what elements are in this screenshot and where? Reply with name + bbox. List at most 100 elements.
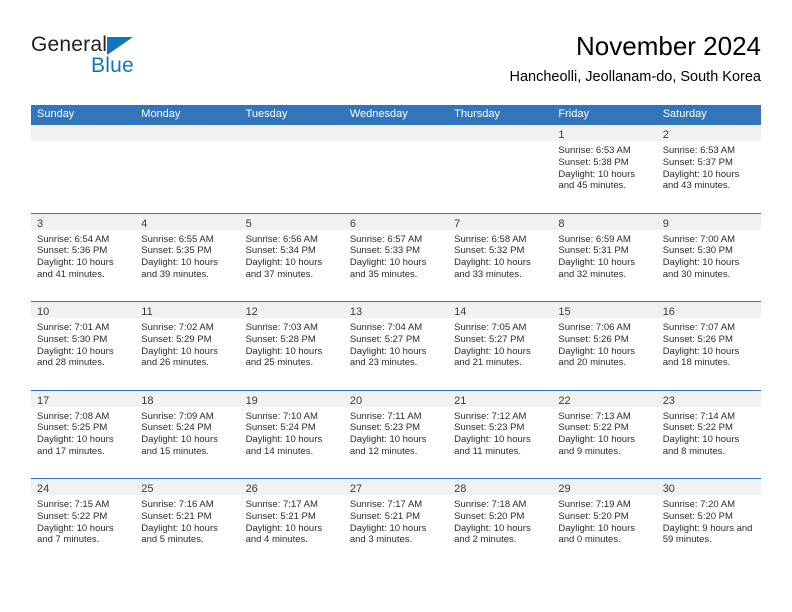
day-cell[interactable]: 23 Sunrise: 7:14 AM Sunset: 5:22 PM Dayl… bbox=[656, 390, 761, 479]
day-number: 4 bbox=[141, 217, 148, 230]
day-cell[interactable]: 10 Sunrise: 7:01 AM Sunset: 5:30 PM Dayl… bbox=[31, 302, 136, 390]
week-row: 10 Sunrise: 7:01 AM Sunset: 5:30 PM Dayl… bbox=[31, 301, 761, 390]
day-number-band: 23 bbox=[656, 390, 761, 408]
day-cell[interactable]: 17 Sunrise: 7:08 AM Sunset: 5:25 PM Dayl… bbox=[31, 390, 136, 479]
sunset-text: Sunset: 5:35 PM bbox=[141, 245, 212, 257]
day-info: Sunrise: 7:03 AM Sunset: 5:28 PM Dayligh… bbox=[240, 319, 344, 369]
day-cell[interactable]: 14 Sunrise: 7:05 AM Sunset: 5:27 PM Dayl… bbox=[448, 302, 553, 390]
sunrise-text: Sunrise: 7:20 AM bbox=[662, 499, 736, 510]
weekday-header-monday: Monday bbox=[141, 108, 181, 120]
daylight-text: Daylight: 10 hours and 25 minutes. bbox=[245, 345, 323, 369]
day-number: 2 bbox=[662, 129, 669, 141]
day-cell[interactable] bbox=[239, 125, 344, 213]
day-number bbox=[344, 129, 350, 141]
day-number-band: 3 bbox=[31, 213, 136, 231]
day-cell[interactable]: 12 Sunrise: 7:03 AM Sunset: 5:28 PM Dayl… bbox=[239, 302, 344, 390]
day-cell[interactable] bbox=[343, 125, 449, 213]
day-info: Sunrise: 7:17 AM Sunset: 5:21 PM Dayligh… bbox=[344, 496, 448, 546]
day-number-band: 20 bbox=[343, 390, 449, 408]
week-row: 1 Sunrise: 6:53 AM Sunset: 5:38 PM Dayli… bbox=[31, 124, 761, 213]
day-info: Sunrise: 7:13 AM Sunset: 5:22 PM Dayligh… bbox=[552, 408, 656, 458]
day-number-band: 2 bbox=[656, 125, 761, 142]
day-cell[interactable]: 28 Sunrise: 7:18 AM Sunset: 5:20 PM Dayl… bbox=[448, 479, 553, 567]
daylight-text: Daylight: 10 hours and 18 minutes. bbox=[662, 345, 740, 369]
day-cell[interactable]: 21 Sunrise: 7:12 AM Sunset: 5:23 PM Dayl… bbox=[448, 390, 553, 479]
sunset-text: Sunset: 5:27 PM bbox=[454, 333, 525, 345]
day-cell[interactable]: 6 Sunrise: 6:57 AM Sunset: 5:33 PM Dayli… bbox=[343, 213, 449, 302]
day-number-band: 28 bbox=[448, 479, 553, 496]
sunrise-text: Sunrise: 7:10 AM bbox=[245, 410, 318, 422]
day-cell[interactable]: 3 Sunrise: 6:54 AM Sunset: 5:36 PM Dayli… bbox=[31, 213, 136, 302]
day-number-band: 8 bbox=[552, 213, 657, 231]
day-cell[interactable] bbox=[448, 125, 553, 213]
day-info: Sunrise: 7:12 AM Sunset: 5:23 PM Dayligh… bbox=[448, 408, 552, 458]
day-number-band: 26 bbox=[239, 479, 344, 496]
weekday-header-friday: Friday bbox=[558, 108, 589, 120]
day-cell[interactable]: 5 Sunrise: 6:56 AM Sunset: 5:34 PM Dayli… bbox=[239, 213, 344, 302]
day-cell[interactable]: 13 Sunrise: 7:04 AM Sunset: 5:27 PM Dayl… bbox=[343, 302, 449, 390]
day-cell[interactable]: 24 Sunrise: 7:15 AM Sunset: 5:22 PM Dayl… bbox=[31, 479, 136, 567]
daylight-text: Daylight: 10 hours and 17 minutes. bbox=[37, 434, 114, 457]
day-number-band: 22 bbox=[552, 390, 657, 408]
day-number-band: 11 bbox=[135, 302, 240, 319]
day-info bbox=[240, 142, 344, 145]
day-number: 12 bbox=[245, 306, 258, 318]
day-info: Sunrise: 7:07 AM Sunset: 5:26 PM Dayligh… bbox=[657, 319, 761, 369]
day-info: Sunrise: 7:06 AM Sunset: 5:26 PM Dayligh… bbox=[552, 319, 656, 369]
day-cell[interactable] bbox=[135, 125, 240, 213]
day-cell[interactable]: 25 Sunrise: 7:16 AM Sunset: 5:21 PM Dayl… bbox=[135, 479, 240, 567]
generalblue-logo[interactable]: General Blue bbox=[31, 33, 231, 85]
day-cell[interactable]: 27 Sunrise: 7:17 AM Sunset: 5:21 PM Dayl… bbox=[343, 479, 449, 567]
day-info: Sunrise: 7:09 AM Sunset: 5:24 PM Dayligh… bbox=[135, 408, 239, 458]
day-cell[interactable]: 22 Sunrise: 7:13 AM Sunset: 5:22 PM Dayl… bbox=[552, 390, 657, 479]
day-info: Sunrise: 7:18 AM Sunset: 5:20 PM Dayligh… bbox=[448, 496, 552, 546]
day-cell[interactable]: 26 Sunrise: 7:17 AM Sunset: 5:21 PM Dayl… bbox=[239, 479, 344, 567]
day-number: 15 bbox=[558, 306, 571, 318]
day-number-band: 9 bbox=[656, 213, 761, 231]
day-cell[interactable]: 20 Sunrise: 7:11 AM Sunset: 5:23 PM Dayl… bbox=[343, 390, 449, 479]
day-cell[interactable]: 1 Sunrise: 6:53 AM Sunset: 5:38 PM Dayli… bbox=[552, 125, 657, 213]
page-subtitle: Hancheolli, Jeollanam-do, South Korea bbox=[509, 69, 761, 85]
sunrise-text: Sunrise: 6:57 AM bbox=[349, 233, 423, 245]
day-cell[interactable]: 16 Sunrise: 7:07 AM Sunset: 5:26 PM Dayl… bbox=[656, 302, 761, 390]
weekday-header-sunday: Sunday bbox=[37, 108, 75, 120]
day-info: Sunrise: 7:04 AM Sunset: 5:27 PM Dayligh… bbox=[344, 319, 448, 369]
sunrise-text: Sunrise: 7:14 AM bbox=[662, 410, 736, 422]
day-cell[interactable]: 4 Sunrise: 6:55 AM Sunset: 5:35 PM Dayli… bbox=[135, 213, 240, 302]
daylight-text: Daylight: 10 hours and 37 minutes. bbox=[245, 257, 323, 280]
day-number: 21 bbox=[454, 394, 467, 407]
sunrise-text: Sunrise: 7:02 AM bbox=[141, 322, 214, 333]
day-cell[interactable]: 8 Sunrise: 6:59 AM Sunset: 5:31 PM Dayli… bbox=[552, 213, 657, 302]
day-cell[interactable]: 19 Sunrise: 7:10 AM Sunset: 5:24 PM Dayl… bbox=[239, 390, 344, 479]
logo-text-blue: Blue bbox=[91, 54, 134, 77]
daylight-text: Daylight: 10 hours and 3 minutes. bbox=[349, 522, 427, 546]
day-number: 18 bbox=[141, 394, 154, 407]
sunset-text: Sunset: 5:30 PM bbox=[662, 245, 733, 257]
day-number-band: 30 bbox=[656, 479, 761, 496]
sunset-text: Sunset: 5:27 PM bbox=[349, 333, 421, 345]
sunrise-text: Sunrise: 7:17 AM bbox=[349, 499, 423, 510]
day-info bbox=[31, 142, 135, 145]
day-number-band bbox=[31, 125, 136, 142]
day-cell[interactable]: 9 Sunrise: 7:00 AM Sunset: 5:30 PM Dayli… bbox=[656, 213, 761, 302]
day-cell[interactable]: 7 Sunrise: 6:58 AM Sunset: 5:32 PM Dayli… bbox=[448, 213, 553, 302]
day-number: 16 bbox=[662, 306, 675, 318]
day-info: Sunrise: 7:05 AM Sunset: 5:27 PM Dayligh… bbox=[448, 319, 552, 369]
day-cell[interactable]: 11 Sunrise: 7:02 AM Sunset: 5:29 PM Dayl… bbox=[135, 302, 240, 390]
sunset-text: Sunset: 5:33 PM bbox=[349, 245, 421, 257]
sunset-text: Sunset: 5:21 PM bbox=[141, 510, 212, 522]
sunset-text: Sunset: 5:23 PM bbox=[349, 422, 421, 434]
day-number-band: 5 bbox=[239, 213, 344, 231]
day-cell[interactable] bbox=[31, 125, 136, 213]
day-cell[interactable]: 18 Sunrise: 7:09 AM Sunset: 5:24 PM Dayl… bbox=[135, 390, 240, 479]
day-number: 20 bbox=[349, 394, 363, 407]
day-number: 5 bbox=[245, 217, 252, 230]
day-cell[interactable]: 30 Sunrise: 7:20 AM Sunset: 5:20 PM Dayl… bbox=[656, 479, 761, 567]
day-cell[interactable]: 15 Sunrise: 7:06 AM Sunset: 5:26 PM Dayl… bbox=[552, 302, 657, 390]
day-number: 10 bbox=[37, 306, 50, 318]
daylight-text: Daylight: 10 hours and 0 minutes. bbox=[558, 522, 635, 546]
day-cell[interactable]: 2 Sunrise: 6:53 AM Sunset: 5:37 PM Dayli… bbox=[656, 125, 761, 213]
day-cell[interactable]: 29 Sunrise: 7:19 AM Sunset: 5:20 PM Dayl… bbox=[552, 479, 657, 567]
day-number: 6 bbox=[349, 217, 356, 230]
sunset-text: Sunset: 5:34 PM bbox=[245, 245, 316, 257]
